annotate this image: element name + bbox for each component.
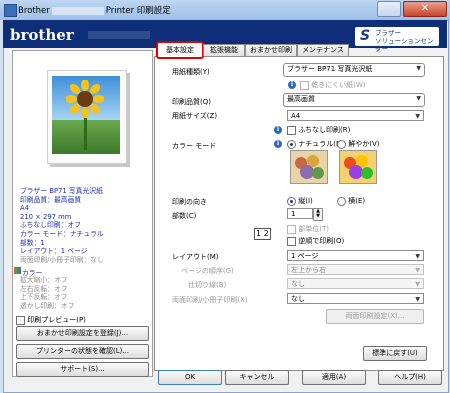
duplex-dropdown[interactable]: なし ▼: [287, 293, 424, 304]
summary-line: ブラザー BP71 写真光沢紙: [20, 187, 103, 195]
chevron-down-icon: ▼: [416, 95, 421, 102]
summary-line: 部数：1: [20, 238, 45, 247]
collate-checkbox[interactable]: 部単位(T): [287, 224, 329, 234]
chevron-down-icon: ▼: [416, 65, 421, 72]
restore-default-button[interactable]: 標準に戻す(U): [363, 346, 427, 361]
collate-icon: 1 2: [254, 228, 271, 240]
summary-line: 印刷品質：最高画質: [20, 195, 82, 204]
chevron-down-icon: ▼: [415, 296, 420, 303]
tab-advanced[interactable]: 拡張機能: [203, 44, 245, 56]
duplex-label: 両面印刷/小冊子印刷(X): [172, 296, 248, 304]
info-icon[interactable]: i: [288, 81, 296, 89]
ok-button[interactable]: OK: [158, 370, 222, 385]
summary-line: レイアウト：1 ページ: [20, 247, 88, 256]
quality-dropdown[interactable]: 最高画質 ▼: [283, 93, 425, 107]
color-natural-sample: [290, 150, 328, 184]
close-button[interactable]: ✕: [403, 1, 447, 17]
summary-line: ふちなし印刷：オフ: [20, 221, 81, 230]
chevron-down-icon: ▼: [415, 267, 420, 274]
duplex-settings-button[interactable]: 両面印刷設定(X)...: [326, 309, 424, 324]
chevron-down-icon: ▼: [415, 113, 420, 120]
register-preset-button[interactable]: おまかせ印刷設定を登録(J)...: [16, 326, 149, 341]
color-natural-radio[interactable]: ナチュラル(N): [287, 139, 344, 149]
portrait-radio[interactable]: 縦(I): [287, 196, 313, 206]
copies-input[interactable]: 1: [287, 208, 313, 219]
color-vivid-radio[interactable]: 鮮やか(V): [337, 139, 380, 149]
info-icon[interactable]: i: [274, 140, 282, 148]
sunflower-icon: [66, 80, 104, 118]
summary-list: ブラザー BP71 写真光沢紙 印刷品質：最高画質 A4 210 × 297 m…: [20, 187, 104, 264]
tab-basic[interactable]: 基本設定: [156, 41, 204, 59]
brother-logo: brother: [10, 26, 74, 44]
print-preview-checkbox[interactable]: 印刷プレビュー(P): [16, 315, 86, 325]
color-palette-icon: [14, 267, 21, 274]
orientation-label: 印刷の向き: [172, 198, 207, 206]
color-summary-list: 拡大縮小：オフ 左右反転：オフ 上下反転：オフ 透かし印刷：オフ: [20, 276, 74, 310]
solutions-logo-icon: S: [360, 28, 371, 44]
color-mode-label: カラー モード: [172, 142, 217, 150]
borderless-checkbox[interactable]: ふちなし印刷(R): [287, 125, 350, 135]
media-type-label: 用紙種類(Y): [172, 68, 210, 76]
solutions-center-label: ブラザー ソリューションセンター: [375, 29, 434, 53]
color-vivid-sample: [339, 150, 377, 184]
summary-line: A4: [20, 204, 29, 213]
cancel-button[interactable]: キャンセル: [225, 370, 289, 385]
reverse-order-checkbox[interactable]: 逆順で印刷(O): [287, 236, 344, 246]
summary-line: 210 × 297 mm: [20, 212, 72, 221]
help-button[interactable]: ヘルプ(H): [378, 370, 442, 385]
paper-size-label: 用紙サイズ(Z): [172, 112, 218, 120]
tab-maintenance[interactable]: メンテナンス: [297, 44, 349, 56]
sunflower-stem: [84, 116, 87, 150]
info-icon[interactable]: i: [274, 126, 282, 134]
paper-size-dropdown[interactable]: A4 ▼: [287, 110, 424, 121]
model-name-redacted: [88, 31, 150, 39]
chevron-down-icon: ▼: [415, 281, 420, 288]
layout-label: レイアウト(M): [172, 253, 219, 261]
support-button[interactable]: サポート(S)...: [16, 362, 149, 377]
apply-button[interactable]: 適用(A): [302, 370, 366, 385]
chevron-down-icon: ▼: [415, 253, 420, 260]
color-summary-line: 左右反転：オフ: [20, 284, 68, 293]
minimize-button[interactable]: [377, 1, 401, 17]
copies-spinner[interactable]: ▲ ▼: [313, 208, 323, 221]
summary-line-duplex: 両面印刷/小冊子印刷：なし: [20, 255, 104, 264]
window-title: Brother Printer 印刷設定: [18, 6, 171, 16]
printer-app-icon: [4, 4, 17, 17]
slow-dry-checkbox[interactable]: 乾きにくい紙(W): [300, 80, 365, 90]
landscape-radio[interactable]: 横(E): [337, 196, 365, 206]
tab-preset[interactable]: おまかせ印刷: [245, 44, 297, 56]
media-type-dropdown[interactable]: ブラザー BP71 写真光沢紙 ▼: [283, 63, 425, 77]
layout-dropdown[interactable]: 1 ページ ▼: [287, 250, 424, 261]
border-line-dropdown[interactable]: なし ▼: [287, 278, 424, 289]
quality-label: 印刷品質(Q): [172, 98, 211, 106]
summary-line: カラー モード：ナチュラル: [20, 229, 104, 238]
copies-label: 部数(C): [172, 212, 197, 220]
color-summary-line: 透かし印刷：オフ: [20, 301, 75, 310]
printer-status-button[interactable]: プリンターの状態を確認(L)...: [16, 344, 149, 359]
border-line-label: 仕切り線(B): [188, 281, 227, 289]
color-summary-line: 拡大縮小：オフ: [20, 276, 68, 284]
page-order-label: ページの順序(G): [181, 267, 234, 275]
color-summary-line: 上下反転：オフ: [20, 293, 68, 302]
page-order-dropdown[interactable]: 左上から右 ▼: [287, 264, 424, 275]
